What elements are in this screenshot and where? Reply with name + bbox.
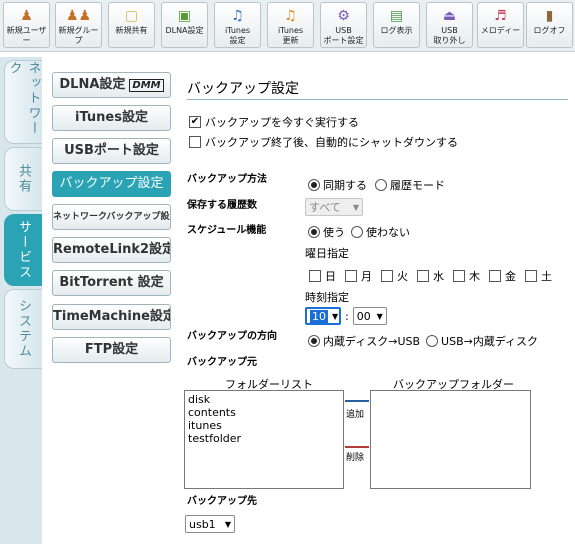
time-label: 時刻指定 [305, 291, 349, 304]
method-sync-radio[interactable] [308, 179, 320, 191]
chevron-down-icon: ▼ [224, 519, 231, 529]
weekday-label: 曜日指定 [305, 247, 349, 260]
day-mon-checkbox[interactable] [345, 270, 357, 282]
day-tue-checkbox[interactable] [381, 270, 393, 282]
schedule-options: 使う 使わない [308, 224, 410, 240]
minute-select[interactable]: 00 ▼ [352, 307, 387, 325]
log-view-button[interactable]: ▤ ログ表示 [373, 2, 420, 48]
submenu-remotelink[interactable]: RemoteLink2設定 [52, 237, 171, 263]
hour-select[interactable]: 10 ▼ [305, 307, 341, 325]
direction-label: バックアップの方向 [187, 331, 277, 342]
usb-eject-icon: ⏏ [442, 8, 457, 24]
logoff-icon: ▮ [545, 8, 554, 24]
submenu-itunes[interactable]: iTunes設定 [52, 105, 171, 131]
users-icon: ♟ [20, 8, 33, 24]
dlna-settings-button[interactable]: ▣ DLNA設定 [161, 2, 208, 48]
history-count-select-wrap: すべて ▼ [305, 198, 363, 216]
day-sun-checkbox[interactable] [309, 270, 321, 282]
melody-icon: ♬ [494, 8, 507, 24]
itunes-settings-icon: ♫ [231, 8, 244, 24]
folder-icon: ▢ [124, 8, 139, 24]
list-item[interactable]: contents [188, 406, 340, 419]
dest-select-wrap: usb1 ▼ [185, 515, 235, 533]
source-label: バックアップ元 [187, 357, 257, 368]
method-history-radio[interactable] [375, 179, 387, 191]
schedule-label: スケジュール機能 [187, 225, 267, 236]
schedule-use-radio[interactable] [308, 226, 320, 238]
dlna-icon: ▣ [177, 8, 192, 24]
submenu-ftp[interactable]: FTP設定 [52, 337, 171, 363]
page-title: バックアップ設定 [187, 81, 299, 97]
dest-label: バックアップ先 [187, 496, 257, 507]
chevron-down-icon: ▼ [352, 202, 359, 212]
day-fri-checkbox[interactable] [489, 270, 501, 282]
day-thu-checkbox[interactable] [453, 270, 465, 282]
add-arrow-icon[interactable] [345, 400, 369, 402]
group-icon: ♟♟ [65, 8, 92, 24]
shutdown-after-checkbox[interactable] [189, 136, 201, 148]
list-item[interactable]: disk [188, 393, 340, 406]
log-icon: ▤ [389, 8, 404, 24]
submenu-timemachine[interactable]: TimeMachine設定 [52, 304, 171, 330]
dest-select[interactable]: usb1 ▼ [185, 515, 235, 533]
tab-system[interactable]: システム [4, 289, 42, 369]
run-now-option[interactable]: ✔ バックアップを今すぐ実行する [189, 114, 359, 130]
title-divider [187, 99, 568, 100]
melody-button[interactable]: ♬ メロディー [477, 2, 524, 48]
chevron-down-icon: ▼ [376, 311, 383, 321]
backup-folder-list[interactable] [370, 390, 531, 489]
day-sat-checkbox[interactable] [525, 270, 537, 282]
tab-share[interactable]: 共有 [4, 147, 42, 211]
itunes-update-button[interactable]: ♫ iTunes 更新 [267, 2, 314, 48]
schedule-nouse-radio[interactable] [351, 226, 363, 238]
history-count-label: 保存する履歴数 [187, 200, 257, 211]
submenu-dlna[interactable]: DLNA設定 DMM [52, 72, 171, 98]
method-label: バックアップ方法 [187, 174, 267, 185]
submenu-bittorrent[interactable]: BitTorrent 設定 [52, 270, 171, 296]
submenu-usb-port[interactable]: USBポート設定 [52, 138, 171, 164]
logoff-button[interactable]: ▮ ログオフ [526, 2, 573, 48]
add-label[interactable]: 追加 [346, 407, 364, 420]
list-item[interactable]: itunes [188, 419, 340, 432]
direction-internal-to-usb-radio[interactable] [308, 335, 320, 347]
dmm-logo: DMM [129, 79, 164, 92]
method-options: 同期する 履歴モード [308, 177, 445, 193]
list-item[interactable]: testfolder [188, 432, 340, 445]
top-toolbar: ♟ 新規ユーザー ♟♟ 新規グループ ▢ 新規共有 ▣ DLNA設定 ♫ iTu… [0, 0, 575, 52]
weekday-checkboxes: 日 月 火 水 木 金 土 [309, 268, 552, 284]
shutdown-after-option[interactable]: バックアップ終了後、自動的にシャットダウンする [189, 134, 458, 150]
chevron-down-icon: ▼ [332, 311, 339, 321]
folder-list[interactable]: disk contents itunes testfolder [184, 390, 344, 489]
side-tabs: ネットワーク 共有 サービス システム [0, 57, 42, 544]
usb-port-icon: ⚙ [337, 8, 350, 24]
new-share-button[interactable]: ▢ 新規共有 [108, 2, 155, 48]
direction-options: 内蔵ディスク→USB USB→内蔵ディスク [308, 333, 538, 349]
direction-usb-to-internal-radio[interactable] [426, 335, 439, 347]
new-user-button[interactable]: ♟ 新規ユーザー [3, 2, 50, 48]
usb-port-settings-button[interactable]: ⚙ USB ポート設定 [320, 2, 367, 48]
itunes-settings-button[interactable]: ♫ iTunes 設定 [214, 2, 261, 48]
history-count-select[interactable]: すべて ▼ [305, 198, 363, 216]
time-selects: 10 ▼ : 00 ▼ [305, 307, 387, 325]
tab-network[interactable]: ネットワーク [4, 60, 42, 144]
submenu-network-backup[interactable]: ネットワークバックアップ設定 [52, 204, 171, 230]
run-now-checkbox[interactable]: ✔ [189, 116, 201, 128]
tab-service[interactable]: サービス [4, 214, 42, 286]
day-wed-checkbox[interactable] [417, 270, 429, 282]
submenu-backup[interactable]: バックアップ設定 [52, 171, 171, 197]
remove-label[interactable]: 削除 [346, 450, 364, 463]
remove-arrow-icon[interactable] [345, 446, 369, 448]
new-group-button[interactable]: ♟♟ 新規グループ [55, 2, 102, 48]
usb-eject-button[interactable]: ⏏ USB 取り外し [426, 2, 473, 48]
itunes-update-icon: ♫ [284, 8, 297, 24]
